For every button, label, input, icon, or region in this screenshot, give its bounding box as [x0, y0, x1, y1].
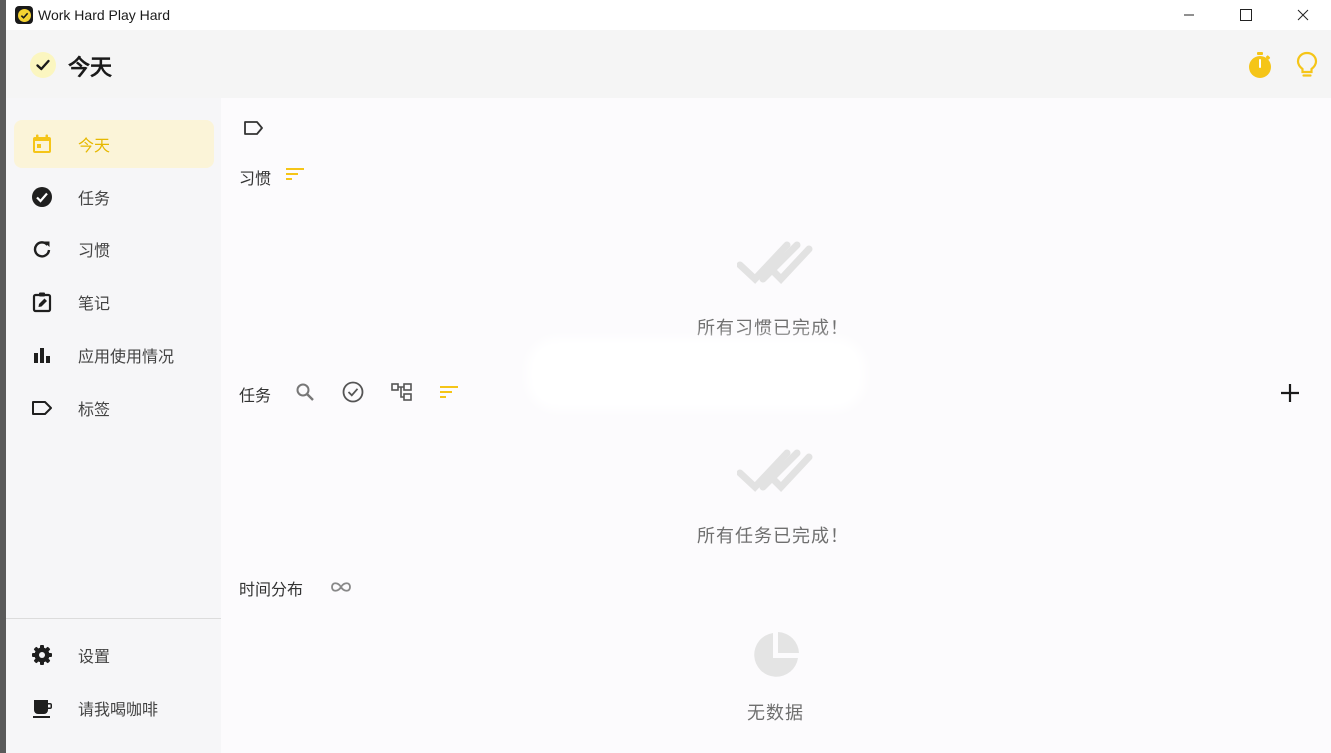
tasks-section-title: 任务: [239, 386, 272, 405]
sort-icon[interactable]: [439, 384, 459, 400]
bar-chart-icon: [30, 343, 54, 367]
habits-section-title: 习惯: [239, 169, 272, 188]
plus-icon: [1281, 384, 1299, 402]
close-icon: [1297, 9, 1308, 21]
minimize-button[interactable]: [1160, 0, 1217, 30]
sidebar-divider: [6, 618, 221, 619]
sidebar-item-app-usage[interactable]: 应用使用情况: [14, 331, 214, 379]
sidebar-item-notes[interactable]: 笔记: [14, 278, 214, 326]
time-distribution-title: 时间分布: [239, 580, 304, 599]
sidebar-item-today[interactable]: 今天: [14, 120, 214, 168]
search-icon[interactable]: [295, 382, 315, 402]
sidebar-item-tags[interactable]: 标签: [14, 384, 214, 432]
minimize-icon: [1183, 14, 1194, 16]
lightbulb-icon[interactable]: [1295, 51, 1319, 83]
sidebar-item-label: 今天: [78, 136, 111, 155]
sidebar-item-tasks[interactable]: 任务: [14, 173, 214, 221]
maximize-icon: [1239, 9, 1252, 21]
sidebar-item-habits[interactable]: 习惯: [14, 225, 214, 273]
check-icon: [30, 52, 56, 78]
sidebar-item-buy-coffee[interactable]: 请我喝咖啡: [14, 684, 214, 732]
main-content: 习惯 所有习惯已完成！ 任务 所有任务已完成！ 时间分布 无数据: [221, 98, 1331, 753]
app-header: 今天: [6, 30, 1331, 98]
sidebar-item-label: 笔记: [78, 294, 111, 313]
app-logo-icon: [15, 6, 33, 24]
infinity-icon[interactable]: [328, 579, 354, 595]
window-title: Work Hard Play Hard: [38, 7, 171, 23]
tasks-empty-text: 所有任务已完成！: [697, 526, 849, 547]
pie-chart-icon: [751, 630, 801, 680]
sidebar-item-settings[interactable]: 设置: [14, 631, 214, 679]
calendar-icon: [30, 132, 54, 156]
habits-empty-text: 所有习惯已完成！: [697, 318, 849, 339]
sidebar: 今天 任务 习惯 笔记 应用使用情况 标签 设置 请我喝咖啡: [6, 98, 221, 753]
maximize-button[interactable]: [1217, 0, 1274, 30]
page-title: 今天: [68, 56, 113, 81]
close-button[interactable]: [1274, 0, 1331, 30]
hierarchy-icon[interactable]: [391, 382, 413, 402]
sort-icon[interactable]: [285, 166, 305, 182]
coffee-icon: [30, 696, 54, 720]
sidebar-item-label: 应用使用情况: [78, 347, 175, 366]
sidebar-item-label: 设置: [78, 647, 111, 666]
double-check-icon: [737, 241, 813, 285]
sidebar-item-label: 习惯: [78, 241, 111, 260]
time-distribution-empty-text: 无数据: [747, 703, 804, 724]
sidebar-item-label: 任务: [78, 189, 111, 208]
add-task-button[interactable]: [1279, 382, 1301, 404]
stopwatch-icon[interactable]: [1247, 51, 1273, 83]
double-check-icon: [737, 449, 813, 493]
tag-filter-icon[interactable]: [243, 120, 265, 136]
note-edit-icon: [30, 290, 54, 314]
sidebar-item-label: 请我喝咖啡: [78, 700, 159, 719]
refresh-icon: [30, 237, 54, 261]
sidebar-item-label: 标签: [78, 400, 111, 419]
gear-icon: [30, 643, 54, 667]
title-bar: Work Hard Play Hard: [6, 0, 1331, 30]
tag-icon: [30, 396, 54, 420]
check-circle-icon: [30, 185, 54, 209]
smudge-overlay: [527, 338, 865, 410]
check-circle-outline-icon[interactable]: [342, 381, 364, 403]
